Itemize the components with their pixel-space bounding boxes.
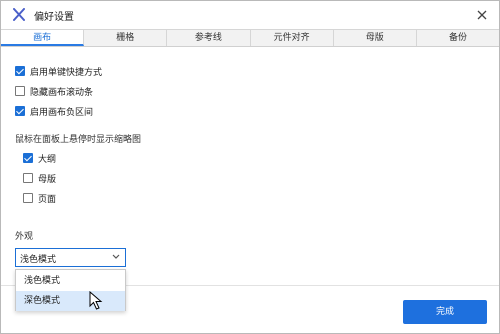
option-negative-canvas[interactable]: 启用画布负区间 [15,104,93,118]
tab-guides[interactable]: 参考线 [167,30,251,46]
dialog-title: 偏好设置 [34,12,74,23]
option-hide-scrollbars[interactable]: 隐藏画布滚动条 [15,84,93,98]
option-label: 启用单键快捷方式 [30,67,103,78]
checkbox-negative-canvas[interactable] [15,106,25,116]
tab-masters[interactable]: 母版 [334,30,417,46]
checkbox-single-key-shortcuts[interactable] [15,66,25,76]
x-logo-icon [13,8,25,21]
tab-canvas[interactable]: 画布 [1,30,85,46]
tab-backup[interactable]: 备份 [417,30,499,46]
mouse-cursor-icon [89,291,103,310]
tab-grid[interactable]: 栅格 [84,30,168,46]
appearance-title: 外观 [15,232,34,242]
option-dark-mode[interactable]: 深色模式 [16,291,125,311]
tab-bar: 画布 栅格 参考线 元件对齐 母版 备份 [1,29,499,47]
close-icon[interactable] [473,6,491,24]
option-label: 大纲 [38,154,57,165]
thumbnail-option-outline[interactable]: 大纲 [23,151,56,165]
chevron-down-icon [112,254,120,259]
tab-widget-snapping[interactable]: 元件对齐 [251,30,334,46]
preferences-dialog: 偏好设置 画布 栅格 参考线 元件对齐 母版 备份 启用单键快捷方式 隐藏画布滚… [0,0,500,334]
option-label: 页面 [38,194,57,205]
appearance-select[interactable]: 浅色模式 [15,248,126,267]
done-button[interactable]: 完成 [403,300,487,324]
option-label: 母版 [38,174,57,185]
checkbox-pages[interactable] [23,193,33,203]
appearance-dropdown: 浅色模式 深色模式 [15,269,126,311]
thumbnail-section-title: 鼠标在面板上悬停时显示缩略图 [15,135,142,145]
option-light-mode[interactable]: 浅色模式 [16,271,125,291]
thumbnail-option-masters[interactable]: 母版 [23,171,56,185]
option-label: 隐藏画布滚动条 [30,87,94,98]
checkbox-masters[interactable] [23,173,33,183]
appearance-selected-value: 浅色模式 [20,255,57,265]
thumbnail-option-pages[interactable]: 页面 [23,191,56,205]
checkbox-outline[interactable] [23,153,33,163]
option-single-key-shortcuts[interactable]: 启用单键快捷方式 [15,64,102,78]
checkbox-hide-scrollbars[interactable] [15,86,25,96]
option-label: 启用画布负区间 [30,107,94,118]
title-bar: 偏好设置 [1,1,499,29]
